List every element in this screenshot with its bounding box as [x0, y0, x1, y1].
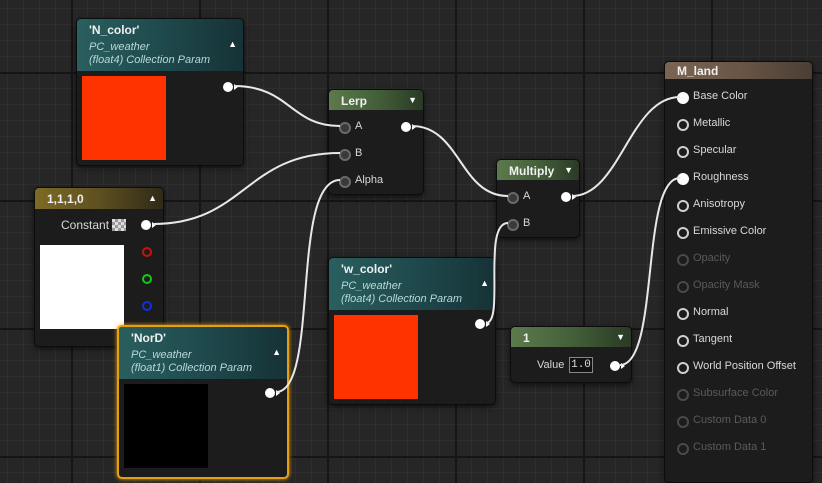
- value-input[interactable]: 1.0: [569, 357, 593, 373]
- node-header[interactable]: 'w_color' PC_weather (float4) Collection…: [329, 258, 495, 310]
- node-m-land[interactable]: M_land Base Color Metallic Specular Roug…: [664, 61, 813, 483]
- input-pin-tangent[interactable]: [677, 335, 689, 347]
- chevron-down-icon[interactable]: ▼: [564, 165, 573, 175]
- input-label-alpha: Alpha: [355, 174, 384, 186]
- node-header[interactable]: M_land: [665, 62, 812, 79]
- input-label-base-color: Base Color: [693, 90, 748, 102]
- input-pin-custom-data-1[interactable]: [677, 443, 689, 455]
- input-pin-opacity-mask[interactable]: [677, 281, 689, 293]
- input-label-custom-data-1: Custom Data 1: [693, 441, 767, 453]
- node-param-type: (float4) Collection Param: [341, 293, 463, 305]
- node-collection: PC_weather: [89, 41, 150, 53]
- output-pin[interactable]: [561, 192, 576, 202]
- input-label-a: A: [523, 190, 531, 202]
- node-title: M_land: [677, 64, 719, 78]
- input-label-opacity: Opacity: [693, 252, 731, 264]
- node-constant[interactable]: 1,1,1,0 ▲ Constant: [34, 187, 164, 347]
- input-label-roughness: Roughness: [693, 171, 749, 183]
- input-label-b: B: [523, 217, 531, 229]
- input-label-anisotropy: Anisotropy: [693, 198, 745, 210]
- input-pin-a[interactable]: [339, 122, 351, 134]
- input-label-normal: Normal: [693, 306, 729, 318]
- node-header[interactable]: 'NorD' PC_weather (float1) Collection Pa…: [119, 327, 287, 379]
- node-header[interactable]: Multiply ▼: [497, 160, 579, 180]
- node-collection: PC_weather: [131, 349, 192, 361]
- input-pin-specular[interactable]: [677, 146, 689, 158]
- input-label-a: A: [355, 120, 363, 132]
- node-header[interactable]: 1,1,1,0 ▲: [35, 188, 163, 209]
- color-preview-swatch: [124, 384, 208, 468]
- output-pin-r[interactable]: [142, 247, 152, 257]
- input-pin-base-color[interactable]: [677, 92, 689, 104]
- input-pin-normal[interactable]: [677, 308, 689, 320]
- input-pin-b[interactable]: [339, 149, 351, 161]
- input-pin-emissive-color[interactable]: [677, 227, 689, 239]
- color-preview-swatch: [82, 76, 166, 160]
- checker-icon: [112, 219, 126, 231]
- input-pin-b[interactable]: [507, 219, 519, 231]
- input-pin-custom-data-0[interactable]: [677, 416, 689, 428]
- output-pin-g[interactable]: [142, 274, 152, 284]
- chevron-down-icon[interactable]: ▼: [616, 332, 625, 342]
- node-header[interactable]: 1 ▼: [511, 327, 631, 347]
- node-nord[interactable]: 'NorD' PC_weather (float1) Collection Pa…: [117, 325, 289, 479]
- value-label: Value: [537, 359, 565, 371]
- node-title: Lerp: [341, 94, 368, 108]
- input-pin-anisotropy[interactable]: [677, 200, 689, 212]
- node-header[interactable]: 'N_color' PC_weather (float4) Collection…: [77, 19, 243, 71]
- node-collection: PC_weather: [341, 280, 402, 292]
- input-label-custom-data-0: Custom Data 0: [693, 414, 767, 426]
- input-pin-a[interactable]: [507, 192, 519, 204]
- output-label-constant: Constant: [61, 218, 110, 232]
- input-pin-world-position-offset[interactable]: [677, 362, 689, 374]
- input-pin-metallic[interactable]: [677, 119, 689, 131]
- input-label-b: B: [355, 147, 363, 159]
- node-scalar-1[interactable]: 1 ▼ Value 1.0: [510, 326, 632, 383]
- collapse-chevron-icon[interactable]: ▲: [272, 347, 281, 357]
- input-label-specular: Specular: [693, 144, 737, 156]
- node-lerp[interactable]: Lerp ▼ A B Alpha: [328, 89, 424, 195]
- node-header[interactable]: Lerp ▼: [329, 90, 423, 110]
- input-pin-opacity[interactable]: [677, 254, 689, 266]
- input-pin-alpha[interactable]: [339, 176, 351, 188]
- node-title: Multiply: [509, 164, 555, 178]
- input-label-tangent: Tangent: [693, 333, 733, 345]
- input-label-opacity-mask: Opacity Mask: [693, 279, 760, 291]
- collapse-chevron-icon[interactable]: ▲: [228, 39, 237, 49]
- output-pin[interactable]: [265, 388, 280, 398]
- wire-lerp-to-multiply-a: [411, 125, 509, 197]
- input-label-metallic: Metallic: [693, 117, 731, 129]
- output-pin-b[interactable]: [142, 301, 152, 311]
- input-label-world-position-offset: World Position Offset: [693, 360, 796, 372]
- input-label-subsurface-color: Subsurface Color: [693, 387, 778, 399]
- output-pin-constant[interactable]: [141, 220, 156, 230]
- output-pin[interactable]: [475, 319, 490, 329]
- node-param-type: (float4) Collection Param: [89, 54, 211, 66]
- node-title: 'w_color': [341, 262, 393, 276]
- node-title: 'N_color': [89, 23, 140, 37]
- node-title: 1,1,1,0: [47, 192, 84, 206]
- node-n-color[interactable]: 'N_color' PC_weather (float4) Collection…: [76, 18, 244, 166]
- node-title: 1: [523, 331, 530, 345]
- node-title: 'NorD': [131, 331, 167, 345]
- node-w-color[interactable]: 'w_color' PC_weather (float4) Collection…: [328, 257, 496, 405]
- wire-ncolor-to-lerp-a: [233, 85, 341, 127]
- output-pin[interactable]: [610, 361, 625, 371]
- input-pin-roughness[interactable]: [677, 173, 689, 185]
- collapse-chevron-icon[interactable]: ▲: [148, 193, 157, 203]
- output-pin[interactable]: [223, 82, 238, 92]
- input-pin-subsurface-color[interactable]: [677, 389, 689, 401]
- output-pin[interactable]: [401, 122, 416, 132]
- collapse-chevron-icon[interactable]: ▲: [480, 278, 489, 288]
- node-multiply[interactable]: Multiply ▼ A B: [496, 159, 580, 238]
- color-preview-swatch: [40, 245, 124, 329]
- node-param-type: (float1) Collection Param: [131, 362, 253, 374]
- color-preview-swatch: [334, 315, 418, 399]
- chevron-down-icon[interactable]: ▼: [408, 95, 417, 105]
- input-label-emissive-color: Emissive Color: [693, 225, 767, 237]
